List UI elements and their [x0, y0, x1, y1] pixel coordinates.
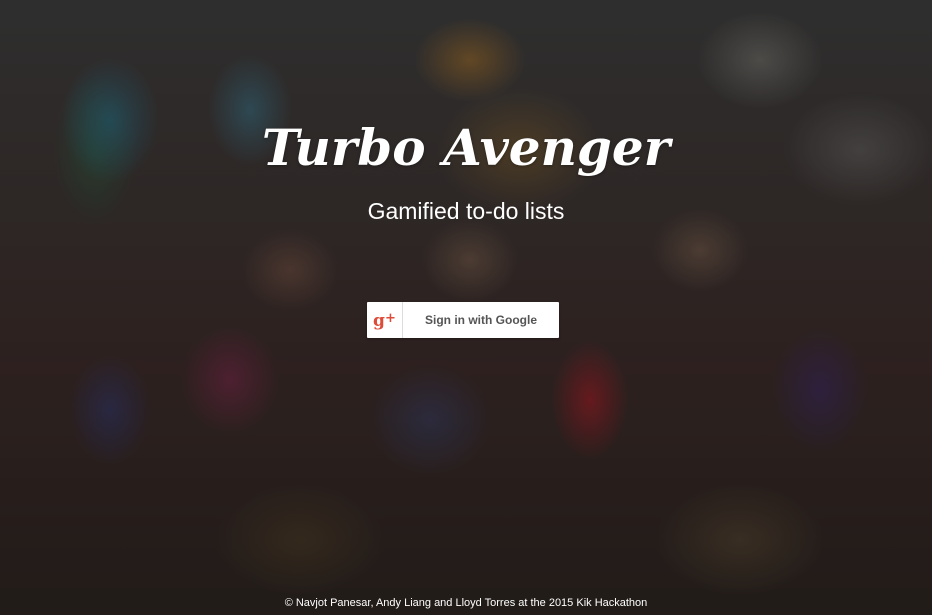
- app-title: Turbo Avenger: [261, 118, 671, 177]
- google-signin-label: Sign in with Google: [425, 313, 537, 327]
- google-plus-icon: g +: [367, 302, 403, 338]
- footer-credit: © Navjot Panesar, Andy Liang and Lloyd T…: [284, 597, 648, 609]
- app-tagline: Gamified to-do lists: [367, 198, 565, 224]
- landing-page: Turbo Avenger Gamified to-do lists g + S…: [0, 0, 932, 615]
- svg-text:+: +: [385, 311, 396, 326]
- svg-text:g: g: [373, 311, 385, 330]
- google-signin-button[interactable]: g + Sign in with Google: [367, 302, 559, 338]
